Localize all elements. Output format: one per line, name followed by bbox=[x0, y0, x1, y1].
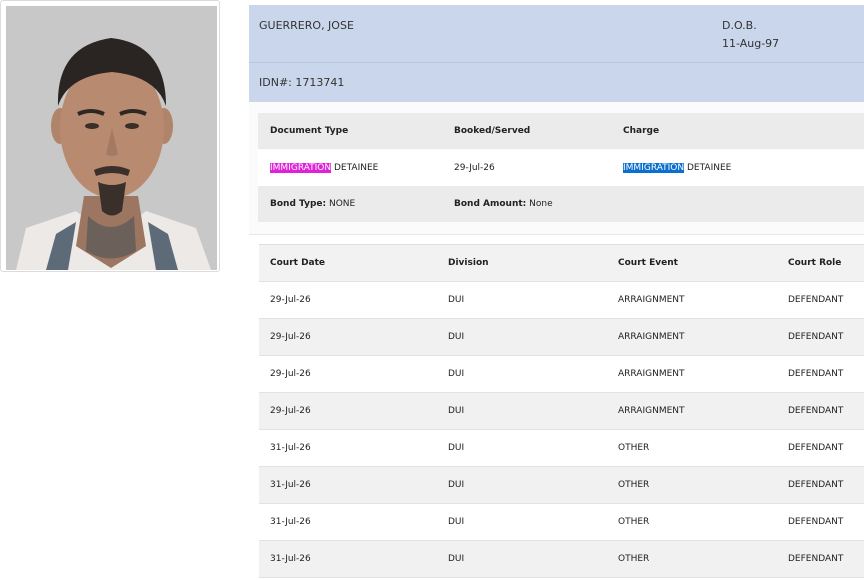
booked-served-header: Booked/Served bbox=[454, 126, 531, 136]
bond-type: Bond Type: NONE bbox=[270, 186, 355, 222]
booking-header-row: Document Type Booked/Served Charge bbox=[258, 113, 864, 149]
dob-label: D.O.B. bbox=[722, 19, 757, 32]
idn-label: IDN#: bbox=[259, 76, 292, 89]
table-row: 31-Jul-26 DUI OTHER DEFENDANT bbox=[259, 467, 864, 504]
court-event: OTHER bbox=[618, 480, 650, 490]
division: DUI bbox=[448, 369, 465, 379]
court-date: 29-Jul-26 bbox=[270, 295, 311, 305]
table-row: 31-Jul-26 DUI OTHER DEFENDANT bbox=[259, 430, 864, 467]
court-role: DEFENDANT bbox=[788, 554, 844, 564]
court-role: DEFENDANT bbox=[788, 369, 844, 379]
document-type: IMMIGRATION DETAINEE bbox=[270, 150, 378, 186]
division: DUI bbox=[448, 332, 465, 342]
court-role: DEFENDANT bbox=[788, 332, 844, 342]
court-date: 31-Jul-26 bbox=[270, 554, 311, 564]
division: DUI bbox=[448, 517, 465, 527]
court-role: DEFENDANT bbox=[788, 443, 844, 453]
charge-header: Charge bbox=[623, 126, 660, 136]
court-date: 31-Jul-26 bbox=[270, 480, 311, 490]
court-date: 31-Jul-26 bbox=[270, 443, 311, 453]
court-role: DEFENDANT bbox=[788, 295, 844, 305]
court-table-header: Court Date Division Court Event Court Ro… bbox=[259, 245, 864, 282]
booking-details: Document Type Booked/Served Charge IMMIG… bbox=[249, 102, 864, 235]
charge: IMMIGRATION DETAINEE bbox=[623, 150, 731, 186]
court-date: 29-Jul-26 bbox=[270, 406, 311, 416]
bond-type-value: NONE bbox=[326, 199, 356, 209]
division: DUI bbox=[448, 443, 465, 453]
bond-type-label: Bond Type: bbox=[270, 199, 327, 209]
mugshot-frame bbox=[0, 0, 220, 272]
court-event-header: Court Event bbox=[618, 258, 678, 268]
charge-highlight: IMMIGRATION bbox=[623, 163, 685, 173]
division: DUI bbox=[448, 406, 465, 416]
document-type-rest: DETAINEE bbox=[331, 163, 379, 173]
table-row: 31-Jul-26 DUI OTHER DEFENDANT bbox=[259, 541, 864, 578]
bond-amount: Bond Amount: None bbox=[454, 186, 553, 222]
court-event: ARRAIGNMENT bbox=[618, 369, 685, 379]
bond-amount-label: Bond Amount: bbox=[454, 199, 527, 209]
court-date: 29-Jul-26 bbox=[270, 369, 311, 379]
dob-value: 11-Aug-97 bbox=[722, 37, 780, 50]
court-event: OTHER bbox=[618, 554, 650, 564]
idn: IDN#: 1713741 bbox=[259, 76, 344, 89]
court-event: ARRAIGNMENT bbox=[618, 332, 685, 342]
charge-rest: DETAINEE bbox=[684, 163, 732, 173]
division: DUI bbox=[448, 295, 465, 305]
division-header: Division bbox=[448, 258, 489, 268]
court-event: OTHER bbox=[618, 517, 650, 527]
division: DUI bbox=[448, 480, 465, 490]
court-role-header: Court Role bbox=[788, 258, 842, 268]
court-date: 29-Jul-26 bbox=[270, 332, 311, 342]
court-role: DEFENDANT bbox=[788, 480, 844, 490]
division: DUI bbox=[448, 554, 465, 564]
court-event: ARRAIGNMENT bbox=[618, 406, 685, 416]
booked-served: 29-Jul-26 bbox=[454, 163, 495, 173]
court-role: DEFENDANT bbox=[788, 517, 844, 527]
mugshot-photo bbox=[6, 6, 217, 270]
bond-amount-value: None bbox=[526, 199, 553, 209]
idn-value: 1713741 bbox=[295, 76, 345, 89]
bond-row: Bond Type: NONE Bond Amount: None bbox=[258, 186, 864, 222]
court-date-header: Court Date bbox=[270, 258, 326, 268]
table-row: 29-Jul-26 DUI ARRAIGNMENT DEFENDANT bbox=[259, 282, 864, 319]
court-table: Court Date Division Court Event Court Ro… bbox=[259, 244, 864, 578]
court-event: OTHER bbox=[618, 443, 650, 453]
booking-row: IMMIGRATION DETAINEE 29-Jul-26 IMMIGRATI… bbox=[258, 150, 864, 186]
inmate-header: GUERRERO, JOSE D.O.B. 11-Aug-97 IDN#: 17… bbox=[249, 5, 864, 102]
court-event: ARRAIGNMENT bbox=[618, 295, 685, 305]
table-row: 31-Jul-26 DUI OTHER DEFENDANT bbox=[259, 504, 864, 541]
table-row: 29-Jul-26 DUI ARRAIGNMENT DEFENDANT bbox=[259, 356, 864, 393]
court-date: 31-Jul-26 bbox=[270, 517, 311, 527]
document-type-header: Document Type bbox=[270, 126, 349, 136]
court-role: DEFENDANT bbox=[788, 406, 844, 416]
table-row: 29-Jul-26 DUI ARRAIGNMENT DEFENDANT bbox=[259, 393, 864, 430]
header-divider bbox=[249, 62, 864, 63]
document-type-highlight: IMMIGRATION bbox=[270, 163, 332, 173]
table-row: 29-Jul-26 DUI ARRAIGNMENT DEFENDANT bbox=[259, 319, 864, 356]
inmate-name: GUERRERO, JOSE bbox=[259, 19, 354, 32]
mugshot-portrait bbox=[6, 6, 217, 270]
